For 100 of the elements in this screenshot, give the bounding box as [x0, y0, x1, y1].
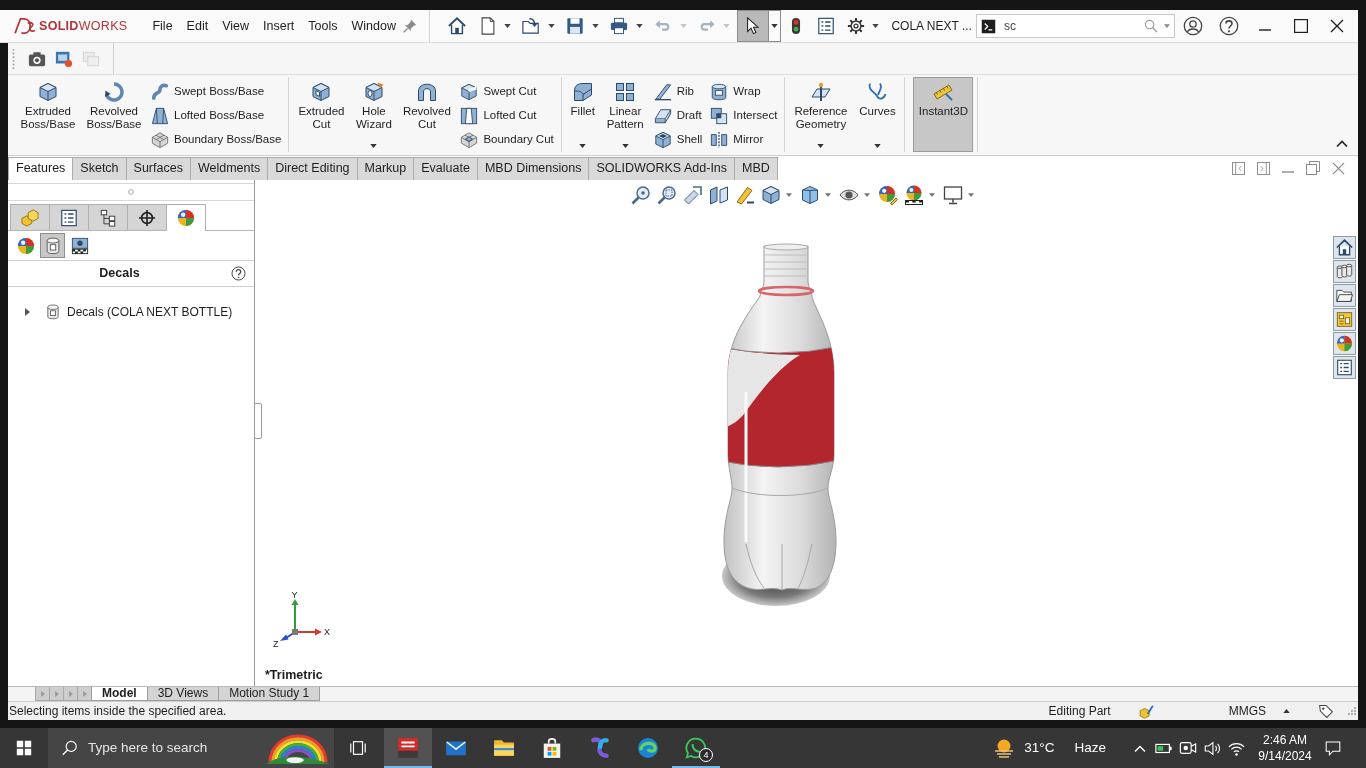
pencil-part-icon[interactable] [1138, 703, 1154, 719]
command-button[interactable]: Boundary Cut [457, 128, 557, 152]
tab[interactable]: Sketch [72, 157, 127, 180]
task-pane-tab[interactable] [1333, 260, 1356, 283]
tab[interactable]: Model [91, 687, 148, 701]
dropdown-arrow-icon[interactable] [548, 24, 556, 28]
panel-tab[interactable] [49, 204, 89, 230]
dropdown-arrow-icon[interactable] [968, 193, 974, 197]
panel-tab[interactable] [166, 204, 206, 231]
command-button[interactable]: Curves [854, 77, 901, 152]
command-button[interactable]: Swept Boss/Base [148, 80, 285, 104]
maximize-icon[interactable] [1294, 19, 1308, 33]
menu-item[interactable]: Edit [179, 18, 216, 34]
tab[interactable]: Evaluate [413, 157, 478, 180]
command-button[interactable]: Lofted Cut [457, 104, 557, 128]
dropdown-arrow-icon[interactable] [635, 24, 643, 28]
tab[interactable]: Surfaces [125, 157, 191, 180]
dropdown-arrow-icon[interactable] [825, 193, 831, 197]
command-button[interactable]: Intersect [707, 104, 781, 128]
tab[interactable]: 3D Views [146, 687, 220, 701]
dropdown-arrow-icon[interactable] [504, 24, 512, 28]
command-button[interactable]: Wrap [707, 80, 781, 104]
dropdown-arrow-icon[interactable] [786, 193, 792, 197]
command-button[interactable]: Fillet [565, 77, 600, 152]
menu-item[interactable]: View [215, 18, 256, 34]
menu-item[interactable]: File [145, 18, 180, 34]
shaded-box-icon[interactable] [800, 185, 820, 205]
tab[interactable]: Markup [356, 157, 415, 180]
tab[interactable]: Direct Editing [267, 157, 358, 180]
dropdown-arrow-icon[interactable] [864, 193, 870, 197]
panel-right-icon[interactable] [1257, 161, 1270, 175]
command-button[interactable]: Linear Pattern [601, 77, 649, 152]
command-button[interactable]: Draft [650, 104, 706, 128]
search-bar[interactable]: Type here to search [48, 728, 334, 768]
command-button[interactable]: Lofted Boss/Base [148, 104, 285, 128]
search-field[interactable]: sc [1003, 18, 1144, 34]
search-bar[interactable]: sc [975, 14, 1175, 38]
pin-icon[interactable] [402, 19, 417, 33]
dropdown-arrow-icon[interactable] [592, 24, 600, 28]
task-pane-tab[interactable] [1333, 332, 1356, 355]
command-button[interactable]: Shell [650, 128, 706, 152]
search-field[interactable]: Type here to search [88, 739, 266, 757]
pen-icon[interactable] [735, 185, 755, 205]
start-icon[interactable] [16, 740, 32, 756]
user-icon[interactable] [1183, 16, 1203, 36]
panel-tab[interactable] [127, 204, 167, 230]
units-selector[interactable]: MMGS [1228, 703, 1266, 719]
command-button[interactable]: Reference Geometry [789, 77, 853, 152]
tab[interactable]: MBD [734, 157, 778, 180]
sun-haze-icon[interactable] [994, 738, 1015, 758]
notification-icon[interactable] [1325, 740, 1341, 756]
command-button[interactable]: Revolved Boss/Base [82, 77, 146, 152]
dropdown-arrow-icon[interactable] [872, 24, 880, 28]
command-button[interactable]: Instant3D [913, 77, 974, 152]
command-button[interactable]: Revolved Cut [398, 77, 456, 152]
monitor-icon[interactable] [943, 185, 963, 205]
select-button[interactable] [737, 10, 770, 42]
close-icon[interactable] [1330, 19, 1344, 33]
menu-item[interactable]: Insert [256, 18, 302, 34]
help-icon[interactable] [231, 266, 246, 281]
magnifier-icon[interactable] [631, 185, 651, 205]
tab[interactable]: Motion Study 1 [218, 687, 321, 701]
task-pane-tab[interactable] [1333, 236, 1356, 259]
caret-up-icon[interactable] [1283, 709, 1290, 713]
command-button[interactable]: Mirror [707, 128, 781, 152]
tab[interactable]: Weldments [189, 157, 269, 180]
menu-item[interactable]: Window [344, 18, 403, 34]
command-button[interactable]: Hole Wizard [351, 77, 397, 152]
dropdown-button[interactable] [769, 10, 782, 42]
tree-item[interactable]: Decals (COLA NEXT BOTTLE) [67, 304, 233, 320]
command-button[interactable]: Extruded Cut [293, 77, 350, 152]
command-button[interactable]: Extruded Boss/Base [16, 77, 80, 152]
cube-icon[interactable] [761, 185, 781, 205]
tab[interactable]: MBD Dimensions [476, 157, 590, 180]
dropdown-arrow-icon[interactable] [929, 193, 935, 197]
tag-icon[interactable] [1318, 703, 1334, 719]
webcam-icon[interactable] [1179, 739, 1197, 757]
panel-left-icon[interactable] [1232, 161, 1245, 175]
splitter-handle[interactable] [254, 403, 262, 439]
color-ball-pencil-icon[interactable] [878, 185, 898, 205]
command-button[interactable]: Swept Cut [457, 80, 557, 104]
command-button[interactable]: Boundary Boss/Base [148, 128, 285, 152]
task-pane-tab[interactable] [1333, 308, 1356, 331]
tab[interactable]: SOLIDWORKS Add-Ins [588, 157, 736, 180]
menu-item[interactable]: Tools [301, 18, 345, 34]
color-ball-checker-icon[interactable] [904, 185, 924, 205]
tab[interactable]: Features [8, 157, 74, 180]
magnifier-frame-icon[interactable] [657, 185, 677, 205]
speaker-icon[interactable] [1203, 739, 1221, 757]
task-view-icon[interactable] [349, 739, 367, 757]
taskbar-app[interactable]: 4 [672, 728, 720, 768]
task-pane-tab[interactable] [1333, 356, 1356, 379]
help-icon[interactable] [1219, 16, 1239, 36]
panel-tab[interactable] [88, 204, 128, 230]
taskbar-app[interactable] [384, 728, 432, 768]
task-pane-tab[interactable] [1333, 284, 1356, 307]
chevron-up-icon[interactable] [1336, 140, 1348, 147]
sliced-box-icon[interactable] [709, 185, 729, 205]
restore-icon[interactable] [1306, 161, 1320, 175]
command-button[interactable]: Rib [650, 80, 706, 104]
